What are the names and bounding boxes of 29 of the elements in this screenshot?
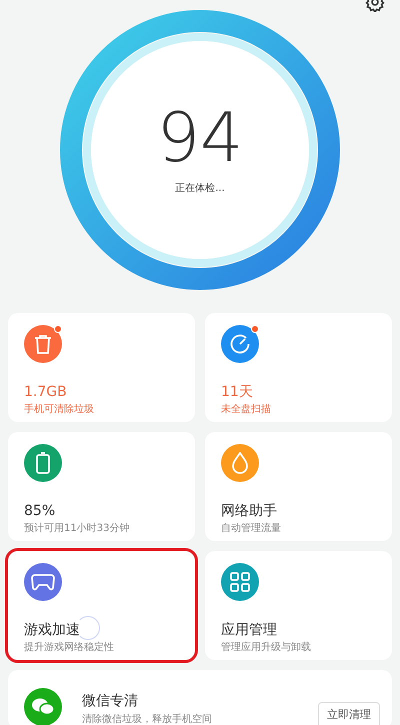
card-subtitle: 预计可用11小时33分钟 <box>24 522 130 536</box>
score-value: 94 <box>156 104 244 172</box>
trash-icon <box>34 334 52 354</box>
clean-button[interactable]: 立即清理 <box>318 702 380 725</box>
card-title: 应用管理 <box>221 621 278 639</box>
feature-card[interactable]: 应用管理 管理应用升级与卸载 <box>205 551 392 660</box>
card-subtitle: 未全盘扫描 <box>221 402 272 417</box>
status-text: 正在体检... <box>175 182 225 196</box>
droplet-icon <box>231 452 249 474</box>
card-title: 85% <box>24 502 56 520</box>
wechat-subtitle: 清除微信垃圾，释放手机空间 <box>82 712 212 725</box>
wechat-icon <box>24 688 62 725</box>
gauge-icon <box>229 333 251 355</box>
card-title: 网络助手 <box>221 502 278 520</box>
wechat-title: 微信专清 <box>82 692 139 710</box>
card-title: 11天 <box>221 383 254 401</box>
card-subtitle: 管理应用升级与卸载 <box>221 640 312 655</box>
feature-card[interactable]: 85% 预计可用11小时33分钟 <box>8 432 195 541</box>
feature-card[interactable]: 游戏加速 提升游戏网络稳定性 <box>8 551 195 660</box>
battery-icon <box>36 452 50 474</box>
card-subtitle: 手机可清除垃圾 <box>24 402 95 417</box>
feature-card[interactable]: 网络助手 自动管理流量 <box>205 432 392 541</box>
grid-icon <box>230 572 250 592</box>
wechat-card[interactable]: 微信专清 清除微信垃圾，释放手机空间 立即清理 <box>8 670 392 725</box>
card-title: 1.7GB <box>24 383 68 401</box>
card-title: 游戏加速 <box>24 621 81 639</box>
gamepad-icon <box>30 573 56 591</box>
card-subtitle: 自动管理流量 <box>221 522 282 536</box>
card-subtitle: 提升游戏网络稳定性 <box>24 640 115 655</box>
